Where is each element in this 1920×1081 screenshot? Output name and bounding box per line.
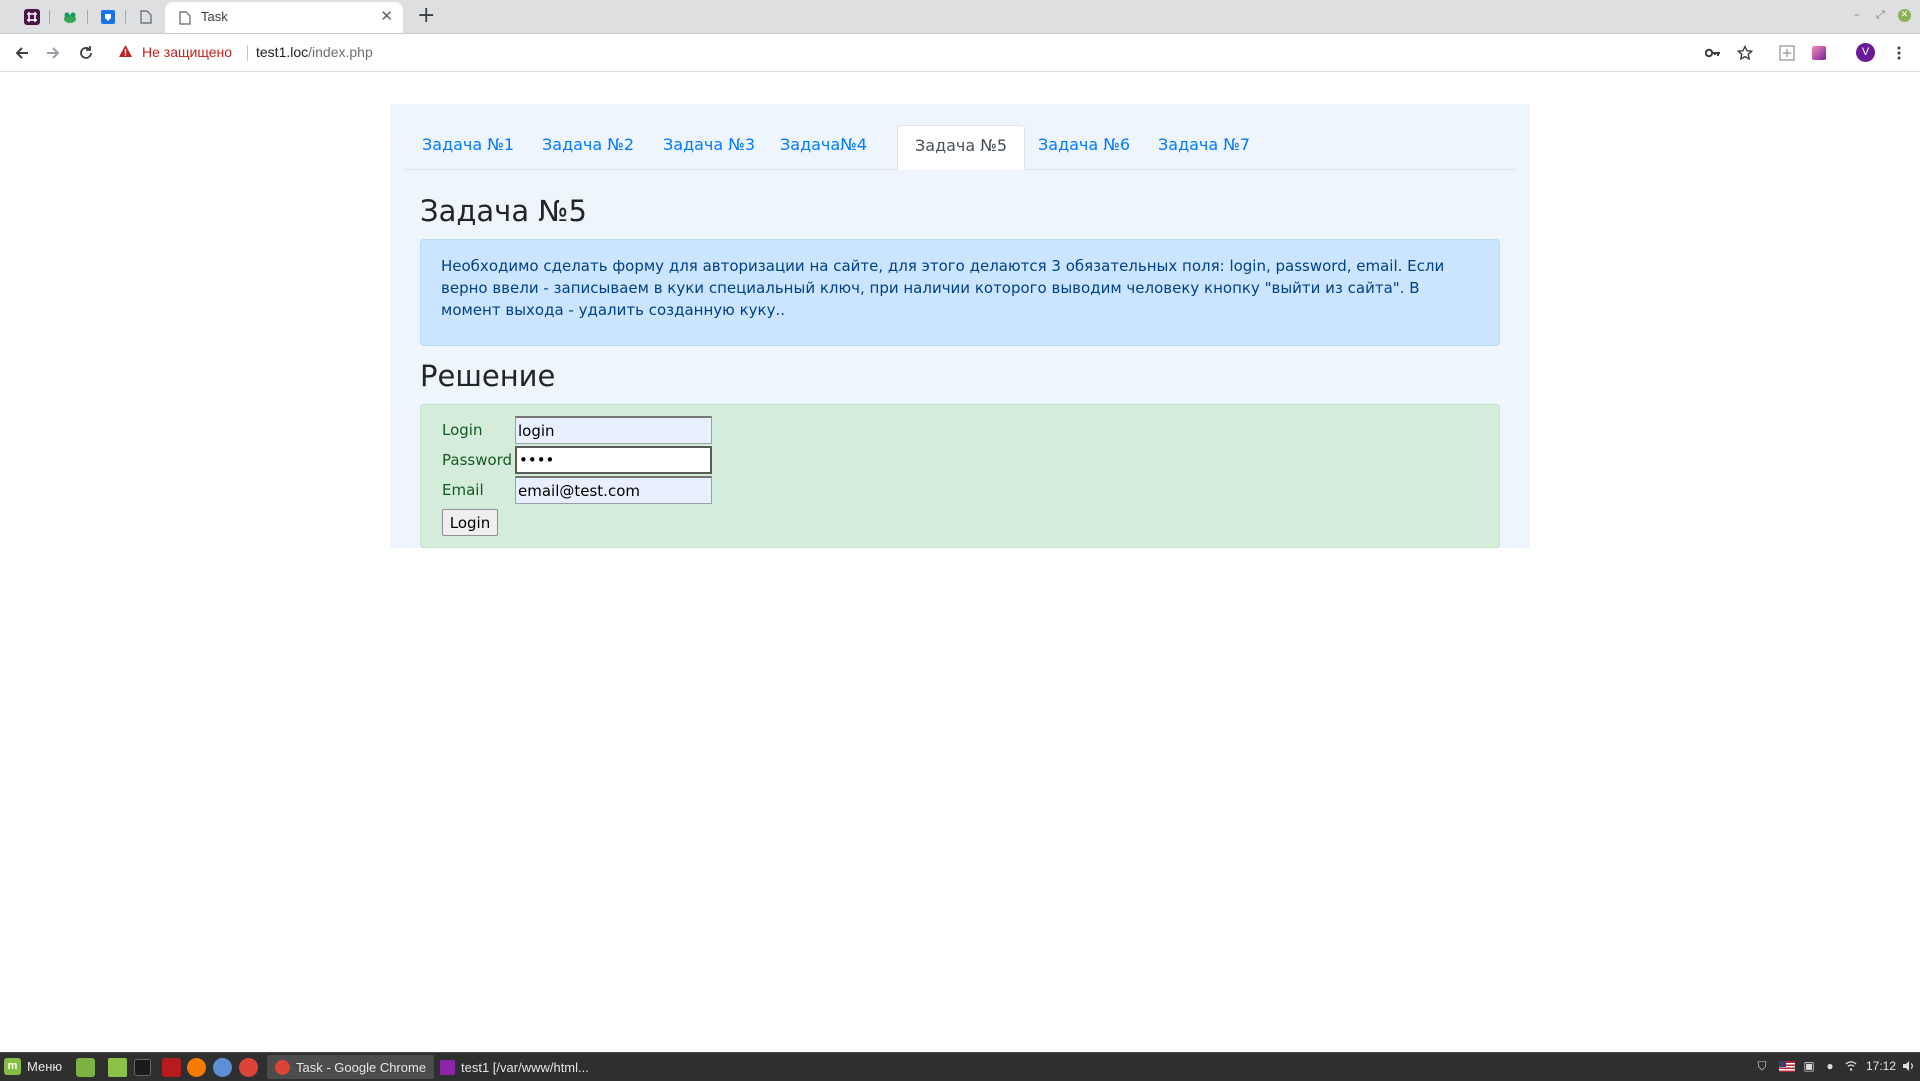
document-icon <box>140 10 152 24</box>
security-status[interactable]: Не защищено <box>142 44 232 60</box>
page-container: Задача №1 Задача №2 Задача №3 Задача№4 З… <box>390 104 1530 548</box>
email-input[interactable] <box>515 476 712 504</box>
tab-task-7[interactable]: Задача №7 <box>1141 125 1267 168</box>
address-bar[interactable]: test1.loc/index.php <box>256 44 373 60</box>
extension-icon <box>1779 45 1795 61</box>
chrome-icon <box>275 1059 290 1075</box>
reload-icon <box>80 46 92 59</box>
email-label: Email <box>442 481 484 499</box>
pinned-tab-trello[interactable] <box>90 5 126 29</box>
pinned-tab-blank[interactable] <box>128 5 164 29</box>
arrow-left-icon <box>15 47 28 59</box>
url-path: /index.php <box>308 44 373 60</box>
shield-icon <box>101 10 115 24</box>
pinned-tab-app[interactable] <box>52 5 88 29</box>
bookmark-button[interactable] <box>1734 42 1756 64</box>
new-tab-button[interactable]: + <box>417 4 435 28</box>
keyboard-layout-flag-icon[interactable] <box>1779 1058 1795 1074</box>
filezilla-icon[interactable] <box>162 1058 181 1077</box>
chrome-icon[interactable] <box>239 1058 258 1077</box>
minimize-icon[interactable]: – <box>1854 9 1860 21</box>
url-host: test1.loc <box>256 44 309 60</box>
chromium-icon[interactable] <box>213 1058 232 1077</box>
login-form-box: Login Password Email Login <box>420 404 1500 548</box>
taskbar-window-label: Task - Google Chrome <box>296 1059 427 1075</box>
palette-icon <box>1812 46 1826 60</box>
user-tray-icon[interactable]: ● <box>1822 1058 1838 1074</box>
solution-title: Решение <box>420 359 556 393</box>
forward-button[interactable] <box>41 41 65 65</box>
taskbar-window-chrome[interactable]: Task - Google Chrome <box>267 1055 435 1079</box>
task-description-box: Необходимо сделать форму для авторизации… <box>420 239 1500 346</box>
menu-button[interactable] <box>1888 42 1910 64</box>
login-input[interactable] <box>515 416 712 444</box>
taskbar-window-label: test1 [/var/www/html... <box>461 1059 589 1075</box>
clipboard-tray-icon[interactable]: ▣ <box>1801 1058 1817 1074</box>
taskbar-window-ide[interactable]: test1 [/var/www/html... <box>432 1055 597 1079</box>
files-folder-icon[interactable] <box>108 1058 127 1077</box>
tab-task-4[interactable]: Задача№4 <box>763 125 884 168</box>
taskbar-clock[interactable]: 17:12 <box>1866 1059 1896 1073</box>
tab-title: Task <box>201 9 228 24</box>
extension-color-button[interactable] <box>1808 42 1830 64</box>
start-menu-label: Меню <box>27 1059 63 1074</box>
login-submit-button[interactable]: Login <box>442 509 498 536</box>
tab-task-1[interactable]: Задача №1 <box>405 125 531 168</box>
login-label: Login <box>442 421 483 439</box>
reload-button[interactable] <box>74 41 98 65</box>
tab-task-2[interactable]: Задача №2 <box>525 125 651 168</box>
arrow-right-icon <box>47 47 60 59</box>
password-key-button[interactable] <box>1702 42 1724 64</box>
password-input[interactable] <box>515 446 712 474</box>
os-taskbar: m Меню Task - Google Chrome test1 [/var/… <box>0 1052 1920 1081</box>
shield-tray-icon[interactable]: ⛉ <box>1754 1058 1770 1074</box>
kebab-menu-icon <box>1897 46 1901 60</box>
extension-button[interactable] <box>1776 42 1798 64</box>
restore-icon[interactable]: ⤢ <box>1876 9 1885 21</box>
tab-task-6[interactable]: Задача №6 <box>1021 125 1147 168</box>
volume-tray-icon[interactable] <box>1900 1058 1916 1074</box>
network-tray-icon[interactable] <box>1843 1058 1859 1074</box>
task-description: Необходимо сделать форму для авторизации… <box>441 257 1445 319</box>
mint-logo-icon: m <box>4 1058 21 1075</box>
close-tab-icon[interactable]: ✕ <box>380 8 393 24</box>
show-desktop-icon[interactable] <box>76 1058 95 1077</box>
cloud-icon <box>64 12 76 23</box>
window-close-icon[interactable]: ✕ <box>1898 9 1911 22</box>
task-tabs: Задача №1 Задача №2 Задача №3 Задача№4 З… <box>405 125 1515 170</box>
document-icon <box>179 11 191 25</box>
star-icon <box>1737 45 1753 61</box>
browser-tab-strip: Task ✕ + – ⤢ ✕ <box>0 0 1920 34</box>
key-icon <box>1705 48 1720 58</box>
tab-task-5[interactable]: Задача №5 <box>897 125 1026 170</box>
tab-task-3[interactable]: Задача №3 <box>646 125 772 168</box>
tab-task[interactable]: Task ✕ <box>165 2 403 33</box>
slack-icon <box>24 9 40 25</box>
password-label: Password <box>442 451 513 469</box>
terminal-icon[interactable] <box>134 1059 151 1076</box>
start-menu-button[interactable]: m Меню <box>4 1058 62 1075</box>
firefox-icon[interactable] <box>187 1058 206 1077</box>
back-button[interactable] <box>10 41 34 65</box>
task-title: Задача №5 <box>420 194 587 228</box>
pinned-tab-slack[interactable] <box>14 5 50 29</box>
warning-icon <box>119 45 132 57</box>
browser-toolbar: Не защищено test1.loc/index.php V <box>0 34 1920 72</box>
profile-avatar[interactable]: V <box>1856 43 1875 62</box>
phpstorm-icon <box>440 1059 455 1075</box>
